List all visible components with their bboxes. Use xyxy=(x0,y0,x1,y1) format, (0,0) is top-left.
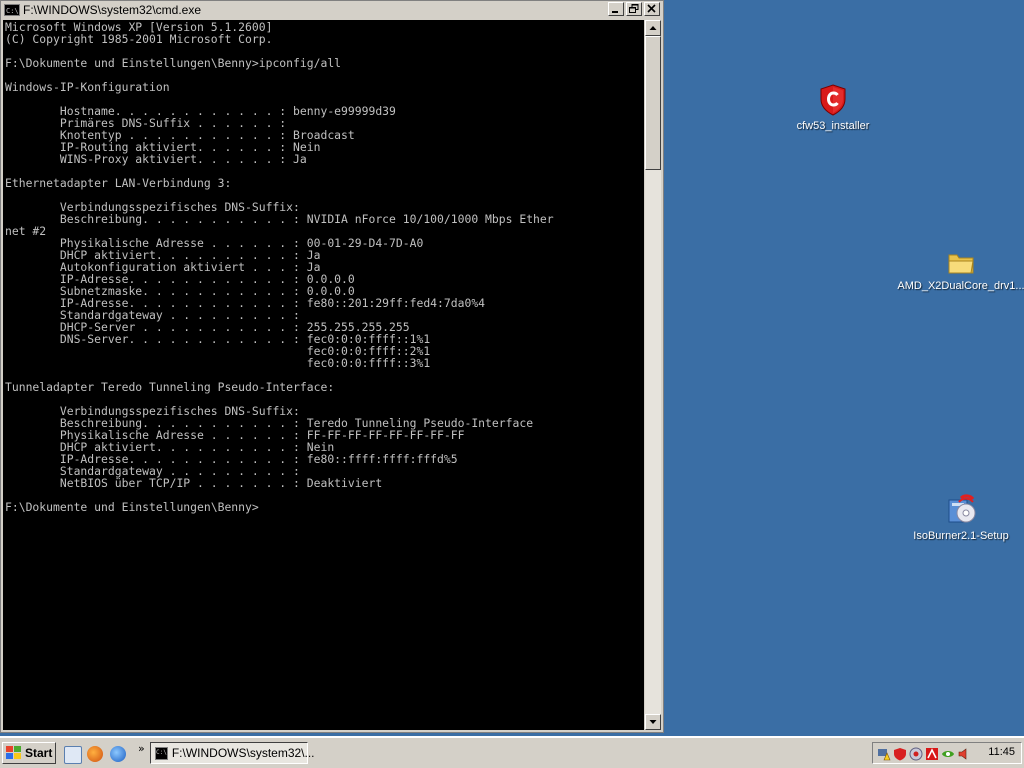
security-tray-icon[interactable] xyxy=(909,746,923,761)
start-label: Start xyxy=(25,746,53,760)
arrow-down-icon xyxy=(649,720,657,724)
graphics-driver-icon[interactable] xyxy=(941,746,955,760)
console-line: fec0:0:0:ffff::3%1 xyxy=(5,356,431,370)
desktop-icon-cfw53-installer[interactable]: cfw53_installer xyxy=(769,84,897,132)
clock[interactable]: 11:45 xyxy=(988,746,1015,758)
scroll-down-button[interactable] xyxy=(645,714,661,730)
console-line: Beschreibung. . . . . . . . . . . : NVID… xyxy=(5,212,554,226)
console-line: NetBIOS über TCP/IP . . . . . . . : Deak… xyxy=(5,476,383,490)
taskbar-button-label: F:\WINDOWS\system32\... xyxy=(171,746,315,760)
taskbar-button-cmd[interactable]: C:\ F:\WINDOWS\system32\... xyxy=(150,742,315,764)
console-line: (C) Copyright 1985-2001 Microsoft Corp. xyxy=(5,32,273,46)
windows-logo-icon xyxy=(6,746,22,760)
scroll-up-button[interactable] xyxy=(645,20,661,36)
firefox-icon[interactable] xyxy=(87,746,103,762)
minimize-icon xyxy=(612,11,618,13)
minimize-button[interactable] xyxy=(608,2,624,16)
start-button[interactable]: Start xyxy=(2,742,56,764)
scroll-thumb[interactable] xyxy=(645,36,661,170)
restore-icon xyxy=(629,4,639,13)
folder-icon xyxy=(948,254,974,274)
window-controls xyxy=(606,2,660,16)
console-line: Tunneladapter Teredo Tunneling Pseudo-In… xyxy=(5,380,335,394)
desktop-icon-label: AMD_X2DualCore_drv1... xyxy=(897,280,1024,292)
quick-launch-chevron[interactable]: » xyxy=(138,742,145,755)
installer-icon xyxy=(948,494,976,523)
console-line: Ethernetadapter LAN-Verbindung 3: xyxy=(5,176,232,190)
network-warning-icon[interactable] xyxy=(877,746,891,761)
console-output[interactable]: Microsoft Windows XP [Version 5.1.2600](… xyxy=(3,20,644,730)
desktop-icon-amd-driver[interactable]: AMD_X2DualCore_drv1... xyxy=(897,250,1024,292)
title-bar[interactable]: C:\ F:\WINDOWS\system32\cmd.exe xyxy=(1,1,663,18)
window-title: F:\WINDOWS\system32\cmd.exe xyxy=(23,2,202,17)
desktop-icon-isoburner-setup[interactable]: IsoBurner2.1-Setup xyxy=(897,494,1024,542)
cmd-window: C:\ F:\WINDOWS\system32\cmd.exe Microsof… xyxy=(0,0,664,733)
console-line: Windows-IP-Konfiguration xyxy=(5,80,170,94)
close-button[interactable] xyxy=(644,2,660,16)
console-line: F:\Dokumente und Einstellungen\Benny>ipc… xyxy=(5,56,342,70)
desktop-icon-label: cfw53_installer xyxy=(796,120,870,132)
desktop-icon-label: IsoBurner2.1-Setup xyxy=(913,530,1009,542)
system-tray: 11:45 xyxy=(872,742,1022,764)
shield-c-icon xyxy=(820,84,846,116)
cmd-icon: C:\ xyxy=(155,746,168,760)
firewall-shield-icon[interactable] xyxy=(893,746,907,761)
show-desktop-icon[interactable] xyxy=(64,746,82,764)
cmd-window-icon[interactable]: C:\ xyxy=(4,3,20,16)
taskbar: Start » C:\ F:\WINDOWS\system32\... 11:4… xyxy=(0,736,1024,768)
volume-icon[interactable] xyxy=(957,746,971,760)
antivirus-icon[interactable] xyxy=(925,746,939,760)
vertical-scrollbar[interactable] xyxy=(645,20,661,730)
close-icon xyxy=(647,4,656,13)
internet-explorer-icon[interactable] xyxy=(110,746,126,762)
console-line: WINS-Proxy aktiviert. . . . . . : Ja xyxy=(5,152,307,166)
arrow-up-icon xyxy=(649,26,657,30)
restore-button[interactable] xyxy=(626,2,642,16)
console-line: F:\Dokumente und Einstellungen\Benny> xyxy=(5,500,259,514)
console-text: Microsoft Windows XP [Version 5.1.2600](… xyxy=(3,20,644,513)
